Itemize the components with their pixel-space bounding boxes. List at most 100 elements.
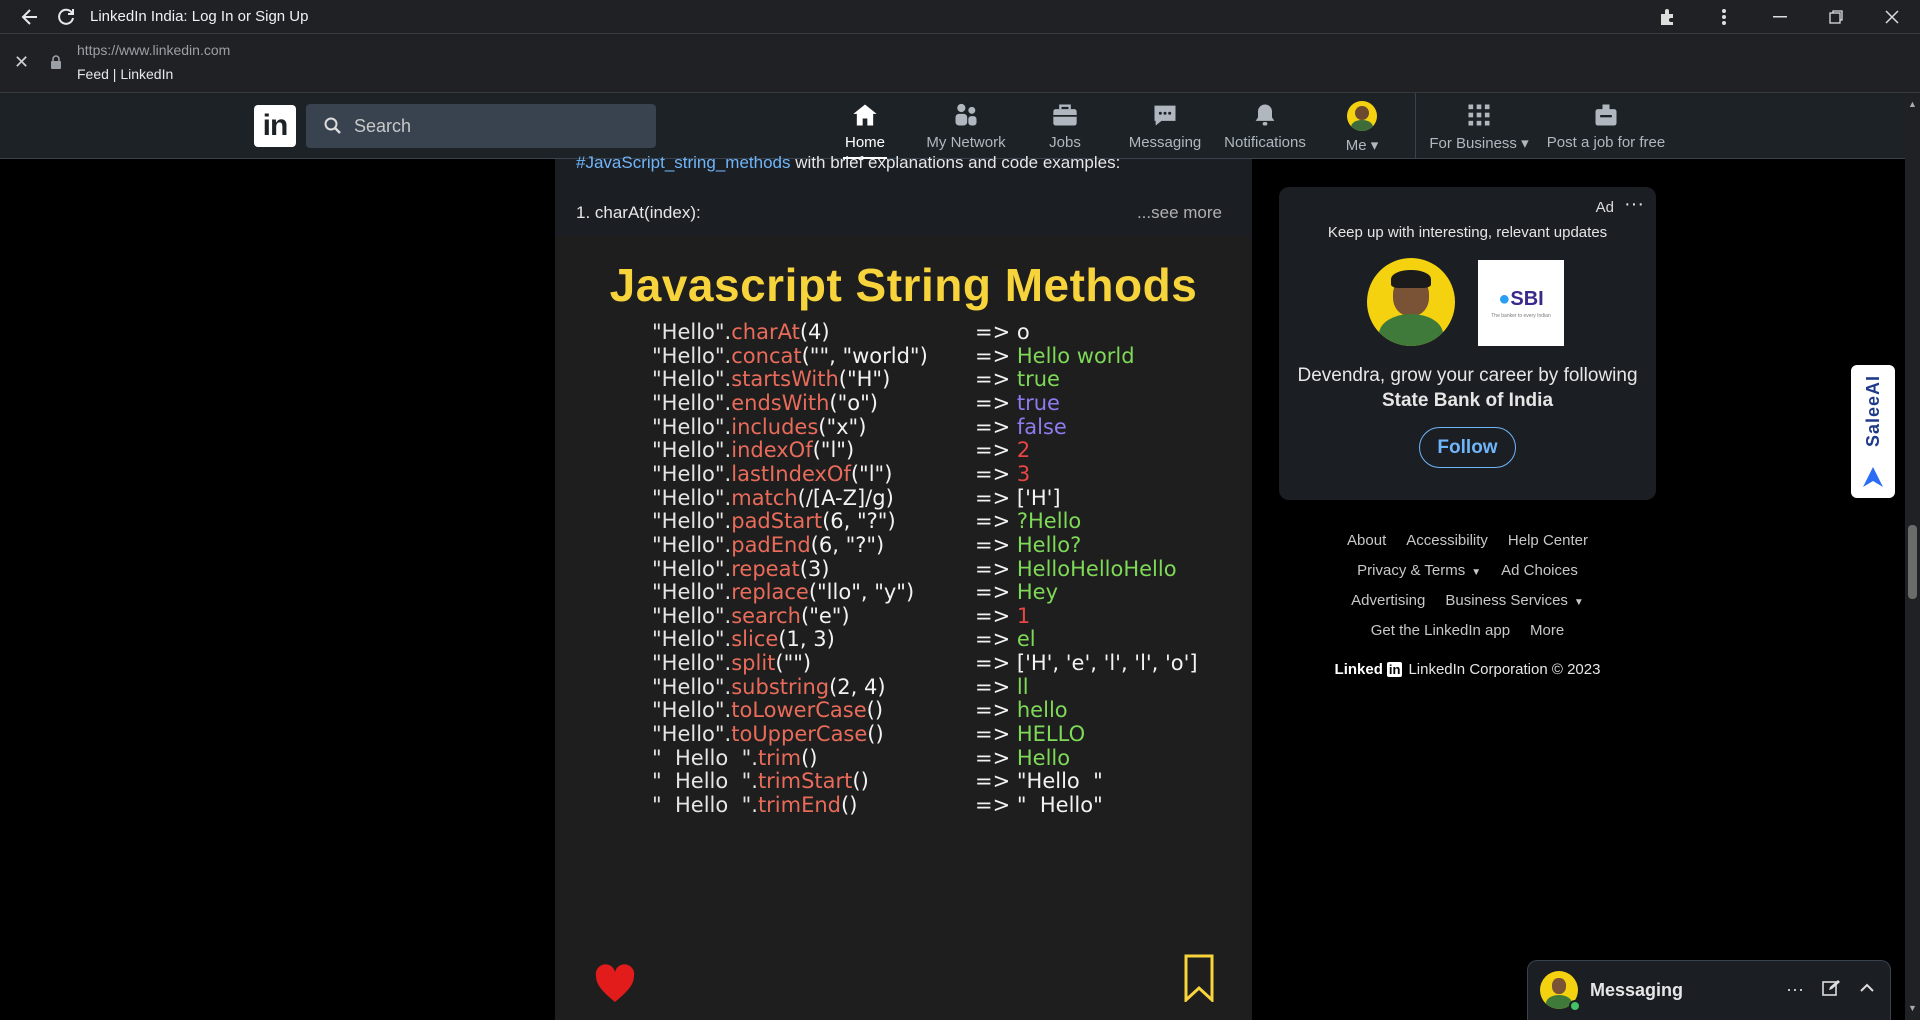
code-result-line: => Hello [975, 746, 1070, 770]
code-args: () [841, 793, 858, 817]
home-icon [853, 104, 877, 126]
code-method: toLowerCase [731, 698, 867, 723]
browser-titlebar: LinkedIn India: Log In or Sign Up [0, 0, 1920, 33]
result-value: 1 [1016, 603, 1031, 628]
code-method: trim [757, 745, 802, 770]
code-args: (4) [799, 320, 830, 344]
footer-link-accessibility[interactable]: Accessibility [1406, 532, 1488, 549]
result-value: " Hello" [1016, 793, 1103, 817]
result-arrow: => [975, 580, 1017, 605]
sbi-logo-text: ●SBI [1498, 287, 1544, 310]
code-args: (/[A-Z]/g) [797, 485, 894, 510]
image-title: Javascript String Methods [609, 259, 1198, 311]
footer-link-more[interactable]: More [1530, 622, 1564, 639]
footer-row: Advertising Business Services ▼ [1279, 585, 1656, 615]
ad-user-avatar [1367, 258, 1455, 346]
result-value: HELLO [1016, 722, 1086, 747]
code-example-line: "Hello".substring(2, 4) [652, 675, 886, 699]
messaging-bar[interactable]: Messaging ··· [1527, 960, 1891, 1020]
code-method: padStart [731, 509, 823, 534]
see-more-link[interactable]: ...see more [1137, 203, 1222, 223]
footer-row: Get the LinkedIn app More [1279, 615, 1656, 645]
compose-icon[interactable] [1822, 979, 1840, 997]
restore-icon[interactable] [1808, 0, 1864, 33]
nav-post-job-label: Post a job for free [1546, 134, 1666, 151]
post-text-line1: #JavaScript_string_methods with brief ex… [576, 153, 1120, 173]
close-icon[interactable]: ✕ [14, 52, 29, 73]
footer-link-advertising[interactable]: Advertising [1351, 592, 1425, 609]
footer-link-ad-choices[interactable]: Ad Choices [1501, 562, 1578, 579]
code-method: endsWith [731, 390, 830, 415]
code-method: lastIndexOf [731, 461, 851, 486]
more-options-icon[interactable]: ··· [1786, 979, 1804, 1000]
footer-link-about[interactable]: About [1347, 532, 1386, 549]
follow-button[interactable]: Follow [1419, 427, 1516, 468]
heart-icon [595, 964, 635, 1002]
nav-jobs[interactable]: Jobs [1048, 101, 1082, 159]
chevron-up-icon[interactable] [1858, 979, 1876, 997]
code-args: (3) [799, 556, 830, 581]
nav-my-network[interactable]: My Network [922, 101, 1010, 159]
nav-me[interactable]: Me ▾ [1340, 101, 1384, 159]
nav-for-business[interactable]: For Business ▾ [1429, 101, 1529, 159]
nav-messaging[interactable]: Messaging [1128, 101, 1202, 159]
code-receiver: "Hello". [652, 485, 732, 510]
result-arrow: => [975, 722, 1017, 747]
post-image[interactable]: Javascript String Methods "Hello".charAt… [555, 236, 1252, 1020]
code-method: concat [731, 343, 802, 368]
code-result-line: => o [975, 320, 1030, 344]
sbi-logo[interactable]: ●SBI The banker to every Indian [1478, 260, 1564, 346]
reload-icon[interactable] [56, 7, 76, 27]
result-arrow: => [975, 745, 1017, 770]
nav-notifications[interactable]: Notifications [1222, 101, 1308, 159]
chat-icon [1154, 105, 1176, 126]
search-input[interactable]: Search [306, 104, 656, 148]
code-result-line: => 1 [975, 604, 1030, 628]
footer-link-get-app[interactable]: Get the LinkedIn app [1371, 622, 1510, 639]
code-result-line: => true [975, 391, 1060, 415]
code-result-line: => "Hello " [975, 769, 1103, 793]
code-method: split [731, 651, 776, 676]
result-value: o [1016, 320, 1030, 344]
minimize-icon[interactable] [1752, 0, 1808, 33]
result-arrow: => [975, 461, 1017, 486]
footer-link-help-center[interactable]: Help Center [1508, 532, 1588, 549]
code-args: ("", "world") [801, 343, 928, 368]
nav-home[interactable]: Home [843, 101, 887, 159]
hashtag-link[interactable]: #JavaScript_string_methods [576, 153, 791, 172]
linkedin-logo[interactable]: in [254, 105, 296, 147]
result-arrow: => [975, 532, 1017, 557]
url-text[interactable]: https://www.linkedin.com [77, 42, 230, 58]
ad-company-name[interactable]: State Bank of India [1279, 388, 1656, 413]
nav-post-job[interactable]: Post a job for free [1546, 101, 1666, 159]
footer-link-business-services[interactable]: Business Services ▼ [1445, 592, 1583, 609]
code-args: ("llo", "y") [808, 580, 915, 605]
saleeai-tab[interactable]: SaleeAI [1851, 365, 1895, 498]
code-method: padEnd [731, 532, 811, 557]
code-example-line: "Hello".concat("", "world") [652, 344, 928, 368]
scroll-down-arrow[interactable]: ▼ [1908, 1003, 1917, 1013]
ad-options-icon[interactable]: ··· [1624, 193, 1644, 216]
code-receiver: " Hello ". [652, 793, 758, 817]
back-arrow-icon[interactable] [20, 7, 40, 27]
tab-title: LinkedIn India: Log In or Sign Up [90, 8, 309, 25]
code-args: (6, "?") [822, 509, 896, 534]
code-example-line: "Hello".padEnd(6, "?") [652, 533, 884, 557]
extensions-icon[interactable] [1640, 0, 1696, 33]
code-receiver: "Hello". [652, 390, 732, 415]
result-arrow: => [975, 320, 1017, 344]
scroll-thumb[interactable] [1908, 525, 1917, 599]
code-method: replace [731, 580, 809, 605]
result-value: ['H', 'e', 'l', 'l', 'o'] [1016, 651, 1198, 676]
code-args: ("l") [812, 438, 855, 463]
browser-menu-icon[interactable] [1696, 0, 1752, 33]
close-window-icon[interactable] [1864, 0, 1920, 33]
code-receiver: "Hello". [652, 556, 732, 581]
code-args: ("x") [818, 414, 867, 439]
scroll-up-arrow[interactable]: ▲ [1908, 99, 1917, 109]
page-scrollbar[interactable]: ▲ ▼ [1905, 93, 1920, 1020]
result-value: Hello world [1016, 343, 1135, 368]
code-receiver: "Hello". [652, 698, 732, 723]
footer-link-privacy-terms[interactable]: Privacy & Terms ▼ [1357, 562, 1481, 579]
result-arrow: => [975, 793, 1017, 817]
